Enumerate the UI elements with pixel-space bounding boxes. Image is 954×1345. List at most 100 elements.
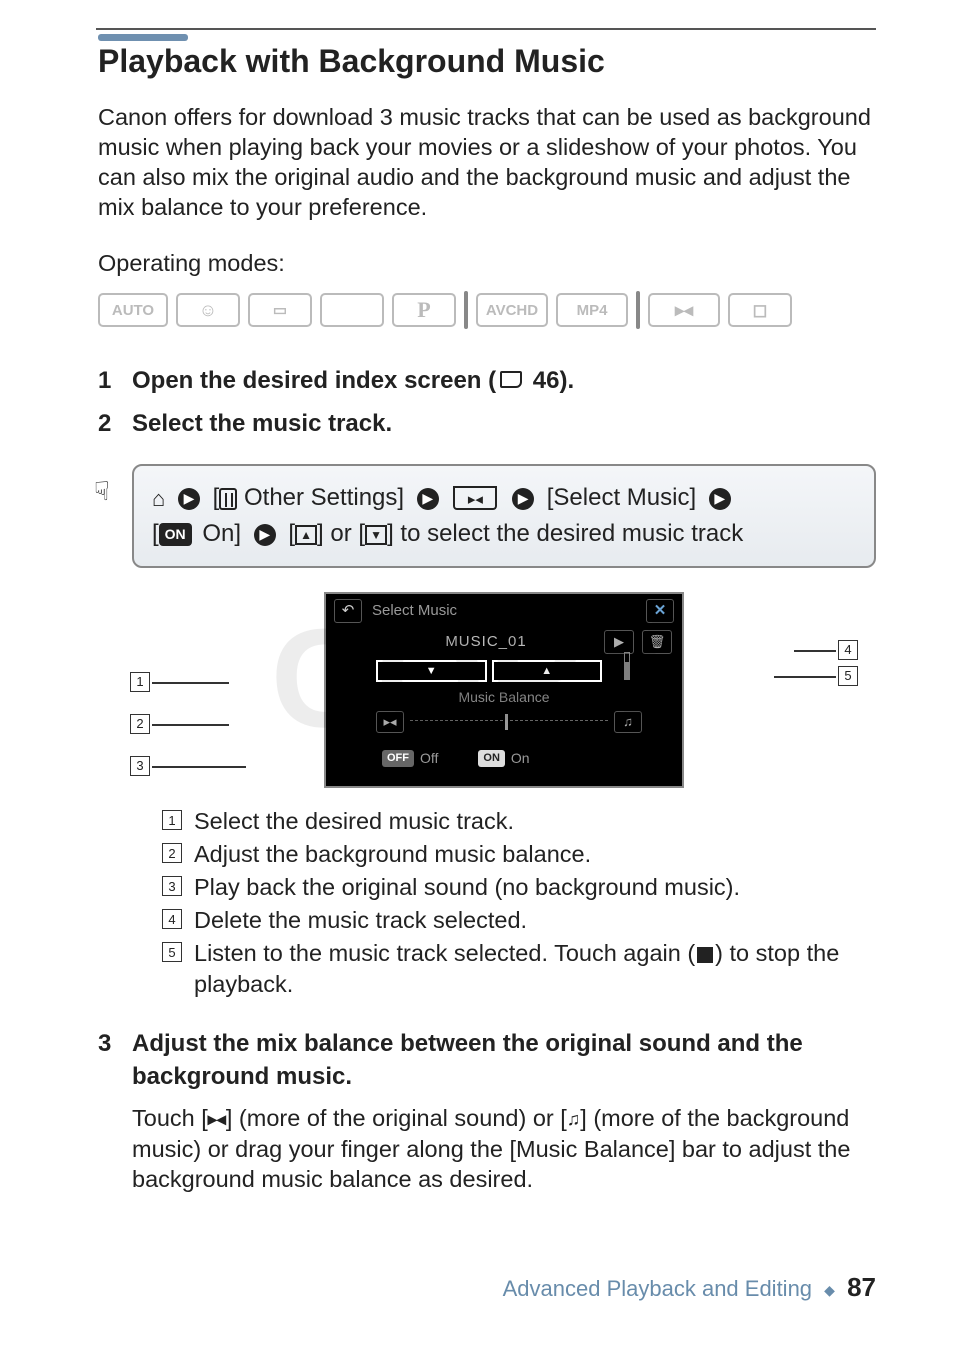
callout-3-text: Play back the original sound (no backgro… — [194, 872, 876, 903]
breadcrumb-arrow-icon: ▶ — [709, 488, 731, 510]
settings-slider-icon — [219, 488, 237, 510]
mode-video-play-icon: ▸◂ — [648, 293, 720, 327]
intro-paragraph: Canon offers for download 3 music tracks… — [98, 102, 876, 222]
ss-track-name: MUSIC_01 — [376, 632, 596, 652]
callout-4-text: Delete the music track selected. — [194, 905, 876, 936]
callout-num: 4 — [162, 909, 182, 929]
stop-icon — [697, 947, 713, 963]
delete-track-button[interactable]: 🗑 — [642, 630, 672, 654]
mode-avchd: AVCHD — [476, 293, 548, 327]
callout-num: 2 — [162, 843, 182, 863]
mode-separator — [636, 291, 640, 329]
callout-line — [774, 676, 836, 678]
step-list: 1 Open the desired index screen ( 46). 2… — [98, 365, 876, 1194]
breadcrumb-arrow-icon: ▶ — [254, 524, 276, 546]
callout-2-text: Adjust the background music balance. — [194, 839, 876, 870]
mode-blank — [320, 293, 384, 327]
page-title: Playback with Background Music — [98, 43, 876, 80]
mode-photo-play-icon: ◻ — [728, 293, 792, 327]
top-divider — [96, 28, 876, 30]
step-1-title-a: Open the desired index screen ( — [132, 367, 496, 394]
breadcrumb-arrow-icon: ▶ — [512, 488, 534, 510]
step-num: 2 — [98, 408, 132, 440]
mode-baby-icon: ☺ — [176, 293, 240, 327]
step-3: 3 Adjust the mix balance between the ori… — [98, 1028, 876, 1194]
step-3-title: Adjust the mix balance between the origi… — [132, 1030, 803, 1089]
screenshot-wrap: 1 2 3 4 5 ↶ Select Music ✕ MUSIC_01 ▶ 🗑 … — [132, 592, 876, 788]
nav-select-music: [Select Music] — [547, 484, 703, 511]
step-1: 1 Open the desired index screen ( 46). — [98, 365, 876, 397]
step-num: 1 — [98, 365, 132, 397]
callout-1-label: 1 — [130, 672, 150, 692]
callout-3-label: 3 — [130, 756, 150, 776]
home-icon: ⌂ — [152, 482, 165, 515]
mode-separator — [464, 291, 468, 329]
step-3-body: Touch [▸◂] (more of the original sound) … — [132, 1103, 876, 1195]
original-audio-button[interactable]: ▸◂ — [376, 711, 404, 733]
footer-diamond-icon: ◆ — [824, 1282, 835, 1298]
mode-p: P — [392, 293, 456, 327]
callout-item: 4 Delete the music track selected. — [162, 905, 876, 936]
on-badge-icon: ON — [159, 523, 192, 546]
music-audio-button[interactable]: ♫ — [614, 711, 642, 733]
callout-item: 5 Listen to the music track selected. To… — [162, 938, 876, 1000]
ss-balance-label: Music Balance — [326, 688, 682, 707]
step-1-title-b: 46). — [526, 367, 574, 394]
up-triangle-icon: ▲ — [295, 525, 317, 545]
mode-auto: AUTO — [98, 293, 168, 327]
nav-tail: to select the desired music track — [394, 520, 743, 547]
mode-cinema-icon: ▭ — [248, 293, 312, 327]
off-button[interactable]: OFF Off — [382, 749, 438, 768]
camera-play-icon: ▸◂ — [208, 1108, 226, 1131]
operating-modes-label: Operating modes: — [98, 250, 876, 277]
footer-section: Advanced Playback and Editing — [503, 1276, 812, 1301]
breadcrumb-arrow-icon: ▶ — [417, 488, 439, 510]
mode-mp4: MP4 — [556, 293, 628, 327]
ss-top-bar: ↶ Select Music ✕ — [326, 594, 682, 628]
mode-bar: AUTO ☺ ▭ P AVCHD MP4 ▸◂ ◻ — [98, 291, 876, 329]
step-2: 2 Select the music track. — [98, 408, 876, 440]
device-screenshot: ↶ Select Music ✕ MUSIC_01 ▶ 🗑 ▼ ▲ Music … — [324, 592, 684, 788]
accent-bar — [98, 34, 188, 41]
s3-b: ] (more of the original sound) or [ — [226, 1105, 567, 1131]
balance-slider[interactable] — [410, 720, 608, 723]
callout-list: 1 Select the desired music track. 2 Adju… — [162, 806, 876, 1000]
track-down-button[interactable]: ▼ — [376, 660, 487, 682]
callout-item: 1 Select the desired music track. — [162, 806, 876, 837]
callout-num: 1 — [162, 810, 182, 830]
step-2-title: Select the music track. — [132, 410, 392, 437]
callout-line — [794, 650, 836, 652]
preview-play-button[interactable]: ▶ — [604, 630, 634, 654]
down-triangle-icon: ▼ — [365, 525, 387, 545]
callout-5-text: Listen to the music track selected. Touc… — [194, 938, 876, 1000]
ss-title: Select Music — [372, 601, 636, 621]
footer-page-number: 87 — [847, 1272, 876, 1302]
callout-line — [152, 682, 229, 684]
callout-5-label: 5 — [838, 666, 858, 686]
callout-item: 2 Adjust the background music balance. — [162, 839, 876, 870]
step-num: 3 — [98, 1028, 132, 1194]
callout-item: 3 Play back the original sound (no backg… — [162, 872, 876, 903]
page-ref-icon — [500, 371, 522, 388]
track-up-button[interactable]: ▲ — [492, 660, 603, 682]
volume-bar — [624, 652, 630, 680]
navigation-box: ☟ ⌂ ▶ [ Other Settings] ▶ ▸◂ ▶ [Select M… — [132, 464, 876, 568]
close-button[interactable]: ✕ — [646, 599, 674, 623]
off-label: Off — [420, 749, 438, 768]
ss-balance-row: ▸◂ ♫ — [326, 707, 682, 737]
s3-a: Touch [ — [132, 1105, 208, 1131]
callout-1-text: Select the desired music track. — [194, 806, 876, 837]
callout-4-label: 4 — [838, 640, 858, 660]
back-button[interactable]: ↶ — [334, 599, 362, 623]
music-note-icon: ♫ — [567, 1108, 581, 1131]
callout-num: 3 — [162, 876, 182, 896]
touch-icon: ☟ — [94, 472, 110, 511]
off-badge: OFF — [382, 750, 414, 767]
callout-line — [152, 724, 229, 726]
on-label: On — [511, 749, 530, 768]
on-button[interactable]: ON On — [478, 749, 529, 768]
page-footer: Advanced Playback and Editing ◆ 87 — [503, 1272, 876, 1303]
callout-line — [152, 766, 246, 768]
playback-tab-icon: ▸◂ — [453, 488, 497, 510]
nav-on: On] — [196, 520, 248, 547]
